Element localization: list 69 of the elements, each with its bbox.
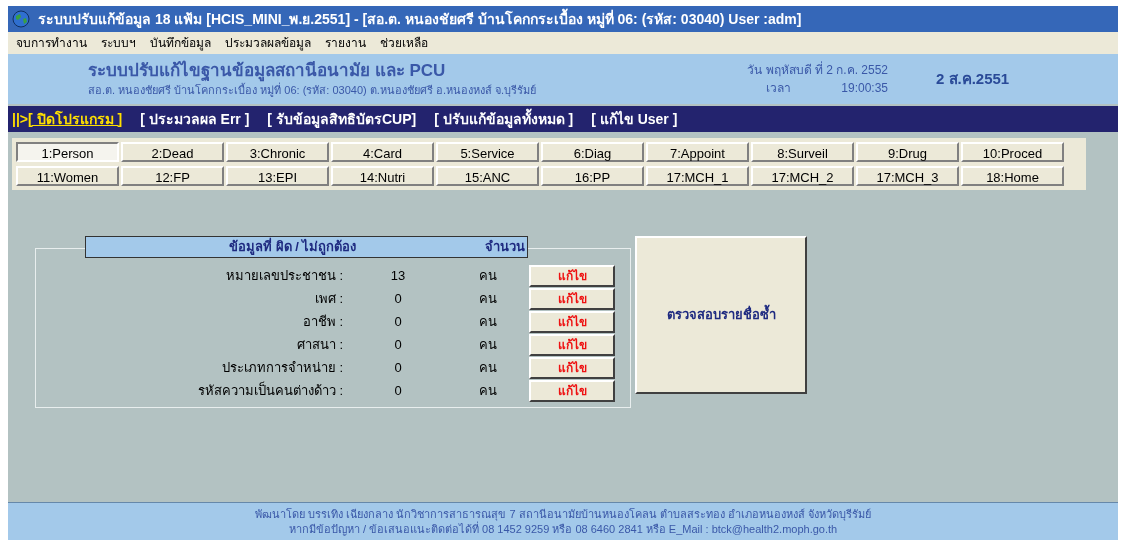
column-heading: ข้อมูลที่ ผิด / ไม่ถูกต้อง <box>229 237 357 257</box>
menu-item[interactable]: บันทึกข้อมูล <box>150 34 211 52</box>
edit-button[interactable]: แก้ไข <box>529 311 615 333</box>
toolbar-prefix: ||> <box>12 109 28 129</box>
unit-text: คน <box>478 359 498 378</box>
tab[interactable]: 17:MCH_2 <box>751 166 854 186</box>
tab[interactable]: 9:Drug <box>856 142 959 162</box>
unit-text: คน <box>478 336 498 355</box>
tab[interactable]: 15:ANC <box>436 166 539 186</box>
tab[interactable]: 17:MCH_3 <box>856 166 959 186</box>
tab[interactable]: 12:FP <box>121 166 224 186</box>
footer-text: พัฒนาโดย บรรเทิง เฉียงกลาง นักวิชาการสาธารณสุข 7 สถานีอนามัยบ้านหนองโคลน ตำบลสระทอง อำเภอหนองหงส์ จังหวัดบุรีรัมย์ <box>255 506 871 522</box>
edit-button[interactable]: แก้ไข <box>529 334 615 356</box>
toolbar-link[interactable]: [ แก้ไข User ] <box>591 108 678 130</box>
edit-button[interactable]: แก้ไข <box>529 357 615 379</box>
window-title: ระบบปรับแก้ข้อมูล 18 แฟ้ม [HCIS_MINI_พ.ย.2551] - [สอ.ต. หนองชัยศรี บ้านโคกกระเบื้อง หมู่ที่ 06: (รหัส: 03040) User :adm] <box>38 8 802 30</box>
toolbar-link[interactable]: [ รับข้อมูลสิทธิบัตรCUP] <box>267 108 417 130</box>
menu-item[interactable]: ระบบฯ <box>101 34 136 52</box>
count-text: 0 <box>393 313 403 332</box>
field-label: รหัสความเป็นคนต่างด้าว : <box>196 381 343 401</box>
unit-text: คน <box>478 313 498 332</box>
tab[interactable]: 14:Nutri <box>331 166 434 186</box>
footer-text: หากมีข้อปัญหา / ข้อเสนอแนะติดต่อได้ที่ 08 1452 9259 หรือ 08 6460 2841 หรือ E_Mail : btck@health2.moph.go.th <box>288 521 838 537</box>
time-label: เวลา <box>766 80 792 97</box>
tab[interactable]: 8:Surveil <box>751 142 854 162</box>
menu-item[interactable]: จบการทำงาน <box>16 34 87 52</box>
tab[interactable]: 16:PP <box>541 166 644 186</box>
tab[interactable]: 11:Women <box>16 166 119 186</box>
tab[interactable]: 6:Diag <box>541 142 644 162</box>
tab[interactable]: 10:Proced <box>961 142 1064 162</box>
toolbar-link[interactable]: [ ปรับแก้ข้อมูลทั้งหมด ] <box>434 108 574 130</box>
edit-button[interactable]: แก้ไข <box>529 288 615 310</box>
toolbar-link[interactable]: [ ปิดโปรแกรม ] <box>28 108 123 130</box>
tab[interactable]: 2:Dead <box>121 142 224 162</box>
check-duplicates-button[interactable]: ตรวจสอบรายชื่อซ้ำ <box>635 236 807 394</box>
globe-icon <box>12 10 30 28</box>
unit-text: คน <box>478 290 498 309</box>
count-text: 0 <box>393 359 403 378</box>
edit-button[interactable]: แก้ไข <box>529 380 615 402</box>
tab[interactable]: 13:EPI <box>226 166 329 186</box>
menu-item[interactable]: ประมวลผลข้อมูล <box>225 34 311 52</box>
count-text: 13 <box>389 267 407 286</box>
field-label: ประเภทการจำหน่าย : <box>220 359 343 378</box>
menu-item[interactable]: รายงาน <box>325 34 366 52</box>
tab[interactable]: 17:MCH_1 <box>646 166 749 186</box>
field-label: หมายเลขประชาชน : <box>224 267 343 286</box>
field-label: เพศ : <box>313 290 343 309</box>
edit-button[interactable]: แก้ไข <box>529 265 615 287</box>
time-text: 19:00:35 <box>841 80 888 97</box>
count-text: 0 <box>393 336 403 355</box>
header-title: ระบบปรับแก้ไขฐานข้อมูลสถานีอนามัย และ PCU <box>88 59 447 82</box>
tab[interactable]: 5:Service <box>436 142 539 162</box>
tab[interactable]: 3:Chronic <box>226 142 329 162</box>
date-text: วัน พฤหัสบดี ที่ 2 ก.ค. 2552 <box>747 61 888 79</box>
field-label: ศาสนา : <box>295 336 343 355</box>
menu-item[interactable]: ช่วยเหลือ <box>380 34 428 52</box>
unit-text: คน <box>478 382 498 401</box>
count-text: 0 <box>393 290 403 309</box>
tab[interactable]: 7:Appoint <box>646 142 749 162</box>
tab[interactable]: 4:Card <box>331 142 434 162</box>
header-subtitle: สอ.ต. หนองชัยศรี บ้านโคกกระเบื้อง หมู่ที่ 06: (รหัส: 03040) ต.หนองชัยศรี อ.หนองหงส์ จ.บุรีรัมย์ <box>88 81 538 99</box>
tab[interactable]: 18:Home <box>961 166 1064 186</box>
tab[interactable]: 1:Person <box>16 142 119 162</box>
count-text: 0 <box>393 382 403 401</box>
toolbar-link[interactable]: [ ประมวลผล Err ] <box>140 108 250 130</box>
big-date-text: 2 ส.ค.2551 <box>936 68 1010 89</box>
unit-text: คน <box>478 267 498 286</box>
field-label: อาชีพ : <box>301 313 343 332</box>
column-heading: จำนวน <box>485 238 525 257</box>
